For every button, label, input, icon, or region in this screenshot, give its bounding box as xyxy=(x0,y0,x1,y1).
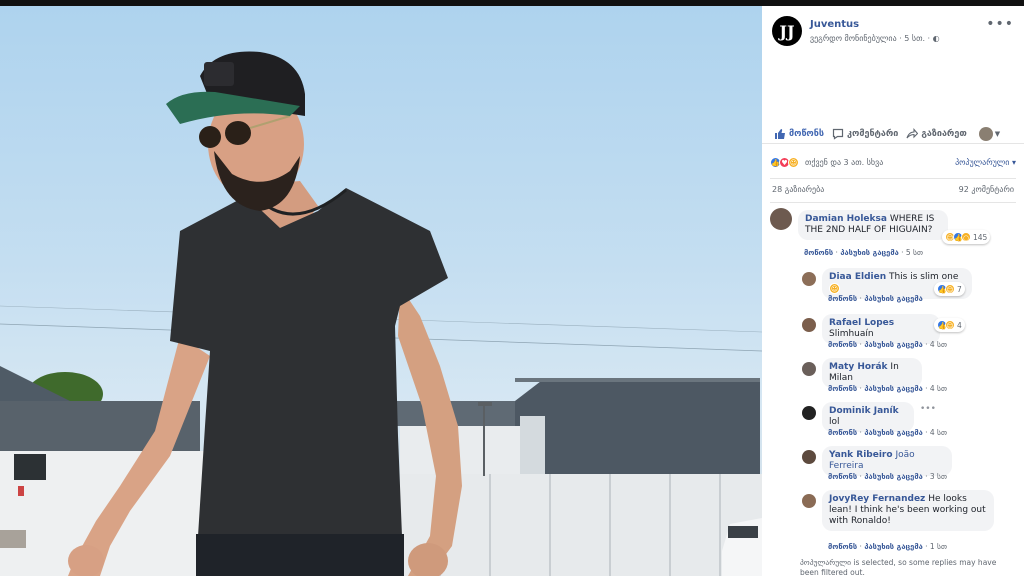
comment-item: Damian Holeksa WHERE IS THE 2ND HALF OF … xyxy=(770,208,1018,260)
comments-count-link[interactable]: 92 კომენტარი xyxy=(959,185,1014,194)
comment-reactions[interactable]: ☺ 👍 ○ 145 xyxy=(942,230,991,244)
reaction-summary-text: თქვენ და 3 ათ. სხვა xyxy=(805,157,884,167)
comment-author[interactable]: Diaa Eldien xyxy=(829,272,886,282)
avatar[interactable] xyxy=(802,406,816,420)
comment-icon xyxy=(832,128,844,140)
comment-reply-link[interactable]: პასუხის გაცემა xyxy=(864,294,922,303)
engagement-counts: 28 გაზიარება 92 კომენტარი xyxy=(772,185,1014,194)
comment-reply-link[interactable]: პასუხის გაცემა xyxy=(864,428,922,437)
comment-author[interactable]: Damian Holeksa xyxy=(805,214,887,224)
haha-emoji-icon: ☺ xyxy=(829,283,840,294)
actor-avatar[interactable] xyxy=(978,126,993,141)
comment-time[interactable]: 3 სთ xyxy=(930,472,947,481)
comment-button[interactable]: კომენტარი xyxy=(832,128,898,140)
comment-author[interactable]: Dominik Janík xyxy=(829,406,899,416)
avatar[interactable] xyxy=(802,318,816,332)
reply-item: Maty Horák In Milan მოწონს · პასუხის გაც… xyxy=(802,358,1018,396)
like-button[interactable]: მოწონს xyxy=(774,128,824,140)
comment-time[interactable]: 5 სთ xyxy=(906,248,923,257)
reply-item: Diaa Eldien This is slim one ☺ 👍 ☺ 7 მოწ… xyxy=(802,268,1018,306)
post-photo[interactable] xyxy=(0,6,762,576)
reply-item: Dominik Janík lol ••• მოწონს · პასუხის გ… xyxy=(802,402,1018,440)
comment-label: კომენტარი xyxy=(847,128,899,139)
shares-count-link[interactable]: 28 გაზიარება xyxy=(772,185,824,194)
comment-like-link[interactable]: მოწონს xyxy=(828,472,857,481)
comment-actions: მოწონს · პასუხის გაცემა · 1 სთ xyxy=(828,542,947,551)
reaction-count: 4 xyxy=(957,320,962,330)
comment-actions: მოწონს · პასუხის გაცემა · 3 სთ xyxy=(828,472,947,481)
comment-time[interactable]: 1 სთ xyxy=(930,542,947,551)
comment-author[interactable]: Maty Horák xyxy=(829,362,888,372)
more-options-icon[interactable]: ••• xyxy=(986,16,1014,32)
post-meta: ვეგრდო მონინებულია · 5 სთ. · ◐ xyxy=(810,34,940,43)
reaction-count: 145 xyxy=(973,232,988,242)
share-label: გაზიარეთ xyxy=(921,128,967,139)
haha-reaction-icon: ☺ xyxy=(945,284,955,294)
comment-author[interactable]: Rafael Lopes xyxy=(829,318,894,328)
comment-actions: მოწონს · პასუხის გაცემა · 4 სთ xyxy=(828,428,947,437)
avatar[interactable] xyxy=(802,362,816,376)
comment-text: This is slim one xyxy=(888,272,959,282)
haha-reaction-icon: ☺ xyxy=(788,156,799,168)
avatar[interactable] xyxy=(770,208,792,230)
comment-time[interactable]: 4 სთ xyxy=(930,384,947,393)
post-header: JJ Juventus ვეგრდო მონინებულია · 5 სთ. ·… xyxy=(772,16,1016,56)
comment-text: Slimhuaín xyxy=(829,329,874,339)
comment-like-link[interactable]: მოწონს xyxy=(804,248,833,257)
page-name-link[interactable]: Juventus xyxy=(810,19,859,30)
reply-item: Rafael Lopes Slimhuaín 👍 ☺ 4 მოწონს · პა… xyxy=(802,314,1018,352)
comment-bubble: JovyRey Fernandez He looks lean! I think… xyxy=(822,490,994,531)
comment-actions: მოწონს · პასუხის გაცემა · 4 სთ xyxy=(828,340,947,349)
comment-reactions[interactable]: 👍 ☺ 7 xyxy=(934,282,965,296)
comment-text: lol xyxy=(829,417,840,427)
filter-notice: პოპულარული is selected, so some replies … xyxy=(800,558,997,576)
avatar[interactable] xyxy=(802,494,816,508)
chevron-down-icon[interactable]: ▼ xyxy=(995,130,1000,138)
comment-like-link[interactable]: მოწონს xyxy=(828,428,857,437)
comment-reply-link[interactable]: პასუხის გაცემა xyxy=(864,542,922,551)
globe-icon: ◐ xyxy=(932,34,940,43)
photo-illustration xyxy=(0,51,762,576)
share-button[interactable]: გაზიარეთ xyxy=(906,127,967,140)
divider xyxy=(770,178,1016,179)
comment-options-icon[interactable]: ••• xyxy=(920,404,936,414)
comment-bubble: Damian Holeksa WHERE IS THE 2ND HALF OF … xyxy=(798,210,948,240)
facebook-photo-viewer: JJ Juventus ვეგრდო მონინებულია · 5 სთ. ·… xyxy=(0,0,1024,576)
avatar[interactable] xyxy=(802,450,816,464)
comment-like-link[interactable]: მოწონს xyxy=(828,340,857,349)
post-meta-text: ვეგრდო მონინებულია · 5 სთ. · xyxy=(810,34,931,43)
comment-reply-link[interactable]: პასუხის გაცემა xyxy=(864,472,922,481)
comment-reply-link[interactable]: პასუხის გაცემა xyxy=(864,340,922,349)
comment-like-link[interactable]: მოწონს xyxy=(828,384,857,393)
avatar[interactable] xyxy=(802,272,816,286)
comment-time[interactable]: 4 სთ xyxy=(930,340,947,349)
thumbs-up-icon xyxy=(775,128,785,139)
comment-actions: მოწონს · პასუხის გაცემა · 5 სთ xyxy=(804,248,923,257)
post-actions: მოწონს კომენტარი გაზიარეთ ▼ xyxy=(762,124,1024,144)
comment-reply-link[interactable]: პასუხის გაცემა xyxy=(840,248,898,257)
wow-reaction-icon: ○ xyxy=(961,232,971,242)
page-avatar[interactable]: JJ xyxy=(772,16,802,46)
comment-like-link[interactable]: მოწონს xyxy=(828,542,857,551)
haha-reaction-icon: ☺ xyxy=(945,320,955,330)
reaction-summary[interactable]: 👍 ♥ ☺ თქვენ და 3 ათ. სხვა პოპულარული ▾ xyxy=(770,154,1016,170)
comment-reply-link[interactable]: პასუხის გაცემა xyxy=(864,384,922,393)
post-sidebar: JJ Juventus ვეგრდო მონინებულია · 5 სთ. ·… xyxy=(762,6,1024,576)
comment-time[interactable]: 4 სთ xyxy=(930,428,947,437)
reply-item: JovyRey Fernandez He looks lean! I think… xyxy=(802,490,1018,552)
divider xyxy=(770,202,1016,203)
comment-actions: მოწონს · პასუხის გაცემა · 4 სთ xyxy=(828,384,947,393)
comment-actions: მოწონს · პასუხის გაცემა xyxy=(828,294,923,303)
comment-author[interactable]: Yank Ribeiro xyxy=(829,450,893,460)
like-label: მოწონს xyxy=(789,128,824,139)
reply-item: Yank Ribeiro João Ferreira მოწონს · პასუ… xyxy=(802,446,1018,484)
comment-like-link[interactable]: მოწონს xyxy=(828,294,857,303)
comment-sort-dropdown[interactable]: პოპულარული ▾ xyxy=(955,158,1016,167)
comment-reactions[interactable]: 👍 ☺ 4 xyxy=(934,318,965,332)
share-icon xyxy=(906,127,919,138)
reaction-count: 7 xyxy=(957,284,962,294)
comment-author[interactable]: JovyRey Fernandez xyxy=(829,494,925,504)
